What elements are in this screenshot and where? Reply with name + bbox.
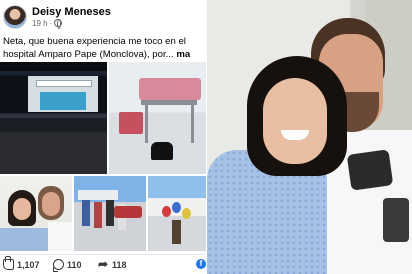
photo-crowd[interactable] — [74, 176, 146, 251]
photo-balloons[interactable] — [148, 176, 206, 251]
photo-grid-top — [0, 62, 206, 174]
comment-button[interactable]: 110 — [53, 259, 82, 272]
post-time[interactable]: 19 h — [32, 19, 48, 28]
share-button[interactable]: 118 — [98, 259, 127, 270]
avatar[interactable] — [3, 5, 27, 29]
post-text: Neta, que buena experiencia me toco en e… — [3, 36, 204, 61]
post-actions: 1,107 110 118 — [0, 254, 206, 274]
post-header: Deisy Meneses 19 h · — [3, 5, 203, 31]
like-count: 1,107 — [17, 259, 40, 270]
post-text-content: Neta, que buena experiencia me toco en e… — [3, 36, 186, 60]
facebook-icon: f — [196, 259, 206, 269]
post-meta: 19 h · — [32, 19, 63, 29]
facebook-post: Deisy Meneses 19 h · Neta, que buena expe… — [0, 0, 206, 274]
comment-icon — [53, 259, 64, 272]
photo-selfie[interactable] — [0, 176, 72, 251]
share-count: 118 — [112, 259, 127, 270]
photo-hospital-exterior[interactable] — [0, 62, 107, 174]
meta-separator: · — [49, 19, 53, 28]
see-more-link[interactable]: ma — [176, 49, 190, 60]
photo-grid-bottom — [0, 176, 206, 251]
share-icon — [98, 259, 109, 270]
like-icon — [3, 256, 14, 270]
globe-icon — [54, 19, 63, 29]
like-button[interactable]: 1,107 — [3, 256, 40, 270]
photo-selfie-large[interactable] — [207, 0, 412, 274]
photo-hospital-room[interactable] — [109, 62, 206, 174]
comment-count: 110 — [67, 259, 82, 270]
post-author[interactable]: Deisy Meneses — [32, 6, 111, 18]
